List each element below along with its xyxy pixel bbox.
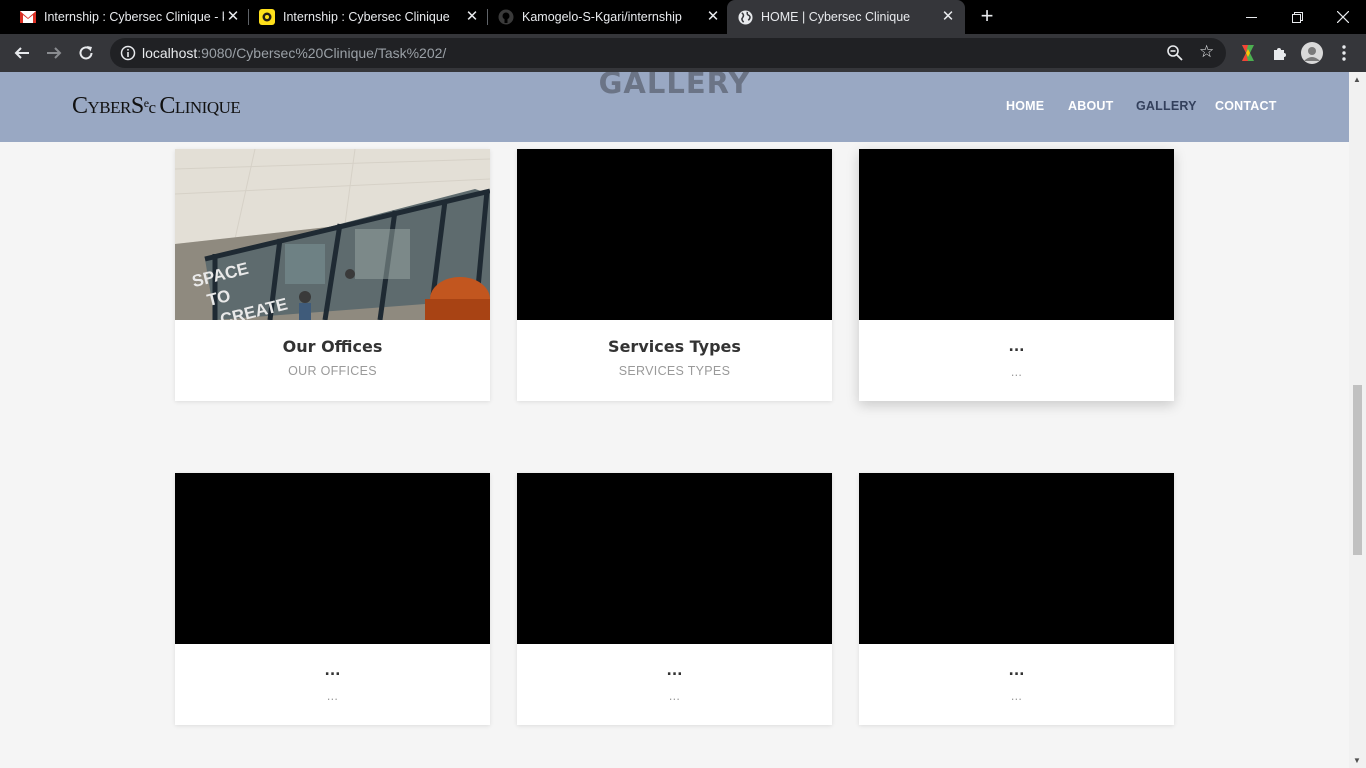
gallery-card-4[interactable]: ... ... xyxy=(175,473,490,725)
browser-tab-strip: Internship : Cybersec Clinique - k ✕ Int… xyxy=(0,0,1366,34)
extension-color-icon[interactable] xyxy=(1238,43,1258,63)
tab-github[interactable]: Kamogelo-S-Kgari/internship ✕ xyxy=(490,0,722,34)
browser-toolbar: localhost:9080/Cybersec%20Clinique/Task%… xyxy=(0,34,1366,72)
puzzle-extensions-icon[interactable] xyxy=(1270,43,1290,63)
card-image-placeholder xyxy=(859,473,1174,644)
address-bar[interactable]: localhost:9080/Cybersec%20Clinique/Task%… xyxy=(110,38,1226,68)
card-title: ... xyxy=(666,663,683,679)
card-image-placeholder xyxy=(517,473,832,644)
url-path: :9080/Cybersec%20Clinique/Task%202/ xyxy=(197,45,447,61)
card-subtitle: ... xyxy=(668,689,681,703)
page-scrollbar[interactable]: ▲ ▼ xyxy=(1349,72,1366,768)
card-title: ... xyxy=(1008,339,1025,355)
gallery-card-5[interactable]: ... ... xyxy=(517,473,832,725)
gallery-card-offices[interactable]: SPACE TO CREATE Our Offices OUR OFFICES xyxy=(175,149,490,401)
reload-icon[interactable] xyxy=(72,39,100,67)
site-header: GALLERY CYBERSec CLINIQUE HOME ABOUT GAL… xyxy=(0,72,1349,142)
close-tab-icon[interactable]: ✕ xyxy=(939,8,957,26)
nav-contact[interactable]: CONTACT xyxy=(1215,99,1277,113)
zoom-icon[interactable] xyxy=(1166,44,1184,62)
mailchimp-icon xyxy=(259,9,275,25)
card-subtitle: ... xyxy=(326,689,339,703)
scrollbar-thumb[interactable] xyxy=(1353,385,1362,555)
bookmark-star-icon[interactable]: ☆ xyxy=(1199,42,1214,62)
tab-separator xyxy=(248,9,249,25)
tab-gmail[interactable]: Internship : Cybersec Clinique - k ✕ xyxy=(12,0,242,34)
card-title: Services Types xyxy=(608,337,741,356)
tab-title: Internship : Cybersec Clinique xyxy=(283,10,450,24)
card-title: Our Offices xyxy=(282,337,383,356)
card-image-placeholder xyxy=(859,149,1174,320)
github-icon xyxy=(498,9,514,25)
logo-text: C xyxy=(159,93,175,119)
card-image-placeholder xyxy=(517,149,832,320)
url-host: localhost xyxy=(142,45,198,61)
logo-text: C xyxy=(72,93,88,119)
logo-text: c xyxy=(148,98,160,117)
new-tab-button[interactable]: + xyxy=(976,5,998,28)
tab-title: Internship : Cybersec Clinique - k xyxy=(44,10,224,24)
tab-home-active[interactable]: HOME | Cybersec Clinique ✕ xyxy=(727,0,965,34)
gallery-card-6[interactable]: ... ... xyxy=(859,473,1174,725)
nav-about[interactable]: ABOUT xyxy=(1068,99,1113,113)
url-text: localhost:9080/Cybersec%20Clinique/Task%… xyxy=(142,45,446,61)
back-arrow-icon[interactable] xyxy=(8,39,36,67)
menu-dots-icon[interactable] xyxy=(1334,43,1354,63)
card-subtitle: OUR OFFICES xyxy=(288,364,377,378)
logo-text: LINIQUE xyxy=(174,98,241,117)
page-viewport: SPACE TO CREATE Our Offices OUR OFFICES Se… xyxy=(0,72,1349,768)
tab-title: HOME | Cybersec Clinique xyxy=(761,10,911,24)
scroll-up-icon[interactable]: ▲ xyxy=(1353,75,1361,84)
card-subtitle: ... xyxy=(1010,365,1023,379)
tab-title: Kamogelo-S-Kgari/internship xyxy=(522,10,682,24)
close-window-icon[interactable] xyxy=(1320,0,1366,34)
forward-arrow-icon[interactable] xyxy=(40,39,68,67)
card-title: ... xyxy=(1008,663,1025,679)
card-subtitle: SERVICES TYPES xyxy=(618,364,731,378)
logo-text: S xyxy=(130,93,144,119)
site-logo[interactable]: CYBERSec CLINIQUE xyxy=(72,93,241,120)
site-info-icon[interactable] xyxy=(120,45,136,61)
scroll-down-icon[interactable]: ▼ xyxy=(1353,756,1361,765)
close-tab-icon[interactable]: ✕ xyxy=(463,8,481,26)
minimize-icon[interactable] xyxy=(1228,0,1274,34)
gallery-card-3[interactable]: ... ... xyxy=(859,149,1174,401)
close-tab-icon[interactable]: ✕ xyxy=(224,8,242,26)
card-image-placeholder xyxy=(175,473,490,644)
card-subtitle: ... xyxy=(1010,689,1023,703)
restore-icon[interactable] xyxy=(1274,0,1320,34)
tab-separator xyxy=(487,9,488,25)
tab-mailchimp[interactable]: Internship : Cybersec Clinique ✕ xyxy=(251,0,481,34)
logo-text: YBER xyxy=(87,98,132,117)
profile-avatar-icon[interactable] xyxy=(1301,42,1323,64)
close-tab-icon[interactable]: ✕ xyxy=(704,8,722,26)
globe-icon xyxy=(737,9,753,25)
office-photo-image: SPACE TO CREATE xyxy=(175,149,490,320)
gallery-card-services[interactable]: Services Types SERVICES TYPES xyxy=(517,149,832,401)
nav-gallery[interactable]: GALLERY xyxy=(1136,99,1197,113)
card-title: ... xyxy=(324,663,341,679)
gmail-icon xyxy=(20,9,36,25)
nav-home[interactable]: HOME xyxy=(1006,99,1044,113)
